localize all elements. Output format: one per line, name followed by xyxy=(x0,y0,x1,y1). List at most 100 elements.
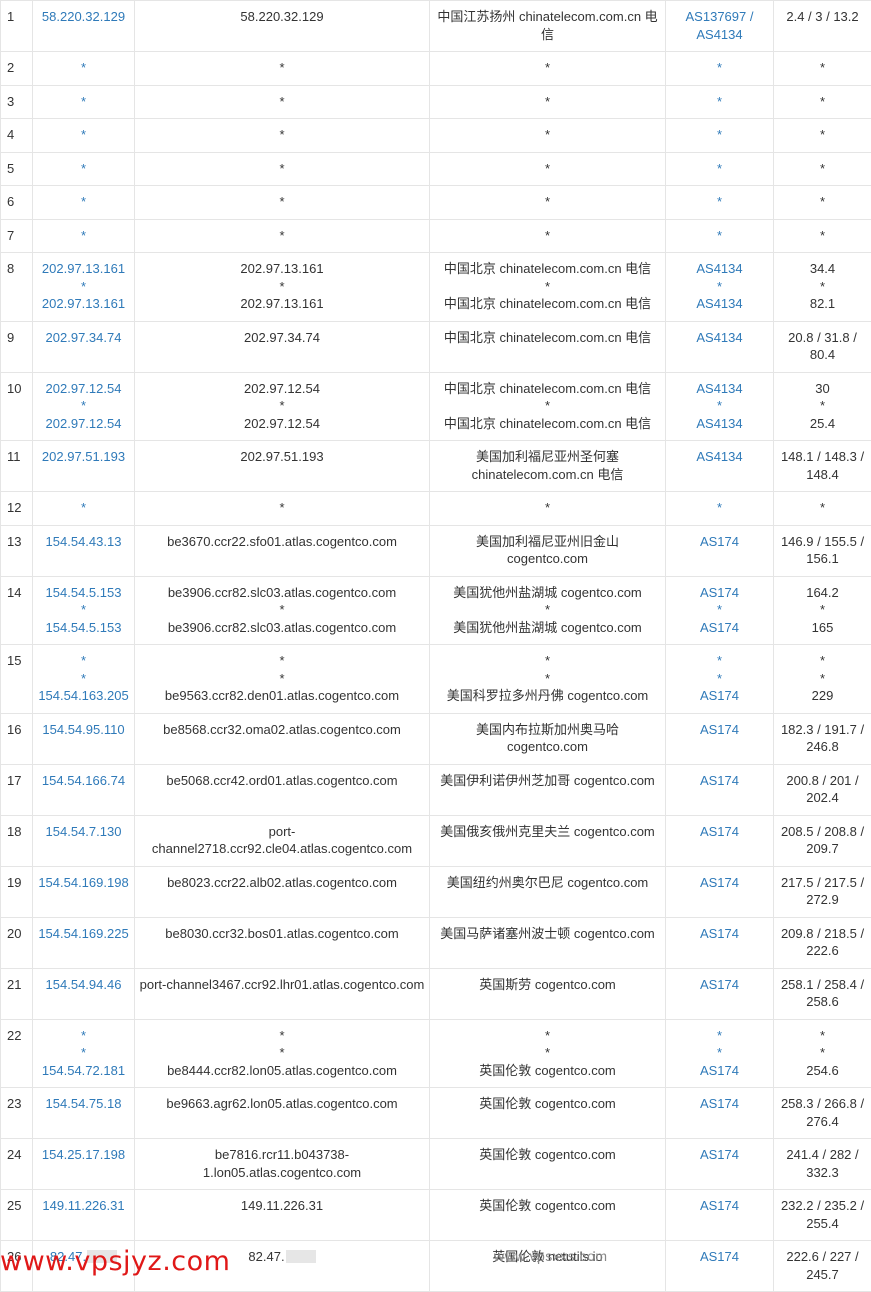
hop-asn-link[interactable]: AS174 xyxy=(670,772,769,790)
hop-ip-link[interactable]: 202.97.34.74 xyxy=(37,329,130,347)
hop-asn-cell: AS174 xyxy=(666,713,774,764)
no-response: * xyxy=(434,160,661,178)
hop-number: 23 xyxy=(1,1088,33,1139)
hop-number: 22 xyxy=(1,1019,33,1088)
hop-ip-link[interactable]: 154.54.163.205 xyxy=(37,687,130,705)
hop-asn-link[interactable]: AS137697 / AS4134 xyxy=(670,8,769,43)
hop-ip-cell: 154.54.95.110 xyxy=(33,713,135,764)
hop-latency: 2.4 / 3 / 13.2 xyxy=(778,8,867,26)
no-response: * xyxy=(778,160,867,178)
hop-asn-cell: AS4134 xyxy=(666,321,774,372)
hop-number: 9 xyxy=(1,321,33,372)
table-row: 14154.54.5.153*154.54.5.153be3906.ccr82.… xyxy=(1,576,871,645)
hop-latency-cell: 2.4 / 3 / 13.2 xyxy=(774,1,871,52)
hop-asn-link[interactable]: AS174 xyxy=(670,1146,769,1164)
hop-ip-link[interactable]: 154.54.94.46 xyxy=(37,976,130,994)
hop-ip-link[interactable]: 149.11.226.31 xyxy=(37,1197,130,1215)
no-response: * xyxy=(37,160,130,178)
hop-hostname: 202.97.12.54 xyxy=(139,415,425,433)
hop-latency-cell: 258.1 / 258.4 / 258.6 xyxy=(774,968,871,1019)
table-row: 11202.97.51.193202.97.51.193美国加利福尼亚州圣何塞 … xyxy=(1,441,871,492)
hop-asn-link[interactable]: AS4134 xyxy=(670,260,769,278)
hop-hostname: be8444.ccr82.lon05.atlas.cogentco.com xyxy=(139,1062,425,1080)
no-response: * xyxy=(670,193,769,211)
hop-location: 中国北京 chinatelecom.com.cn 电信 xyxy=(434,260,661,278)
hop-ip-link[interactable]: 202.97.13.161 xyxy=(37,260,130,278)
hop-location: 美国科罗拉多州丹佛 cogentco.com xyxy=(434,687,661,705)
hop-ip-link[interactable]: 154.54.75.18 xyxy=(37,1095,130,1113)
hop-latency-cell: 182.3 / 191.7 / 246.8 xyxy=(774,713,871,764)
hop-ip-link[interactable]: 202.97.12.54 xyxy=(37,380,130,398)
hop-ip-link[interactable]: 154.54.166.74 xyxy=(37,772,130,790)
hop-asn-link[interactable]: AS4134 xyxy=(670,329,769,347)
hop-asn-link[interactable]: AS174 xyxy=(670,1062,769,1080)
hop-asn-link[interactable]: AS174 xyxy=(670,976,769,994)
hop-latency-cell: 241.4 / 282 / 332.3 xyxy=(774,1139,871,1190)
hop-ip-link[interactable]: 202.97.13.161 xyxy=(37,295,130,313)
no-response: * xyxy=(434,93,661,111)
hop-ip-link[interactable]: 154.25.17.198 xyxy=(37,1146,130,1164)
hop-hostname-cell: **be8444.ccr82.lon05.atlas.cogentco.com xyxy=(135,1019,430,1088)
hop-ip-link[interactable]: 202.97.51.193 xyxy=(37,448,130,466)
hop-number: 14 xyxy=(1,576,33,645)
hop-ip-cell: 58.220.32.129 xyxy=(33,1,135,52)
hop-asn-link[interactable]: AS174 xyxy=(670,687,769,705)
hop-ip-cell: 202.97.12.54*202.97.12.54 xyxy=(33,372,135,441)
hop-asn-link[interactable]: AS174 xyxy=(670,721,769,739)
hop-location: 英国伦敦 cogentco.com xyxy=(434,1197,661,1215)
hop-ip-link[interactable]: 154.54.169.225 xyxy=(37,925,130,943)
hop-ip-cell: 154.25.17.198 xyxy=(33,1139,135,1190)
hop-asn-link[interactable]: AS174 xyxy=(670,533,769,551)
no-response: * xyxy=(37,499,130,517)
hop-ip-link[interactable]: 202.97.12.54 xyxy=(37,415,130,433)
hop-ip-cell: 202.97.51.193 xyxy=(33,441,135,492)
hop-number: 15 xyxy=(1,645,33,714)
hop-asn-link[interactable]: AS4134 xyxy=(670,380,769,398)
hop-asn-link[interactable]: AS4134 xyxy=(670,415,769,433)
hop-ip-link[interactable]: 154.54.7.130 xyxy=(37,823,130,841)
hop-asn-link[interactable]: AS174 xyxy=(670,1197,769,1215)
hop-latency-cell: 146.9 / 155.5 / 156.1 xyxy=(774,525,871,576)
hop-latency: 164.2 xyxy=(778,584,867,602)
no-response: * xyxy=(670,601,769,619)
hop-asn-link[interactable]: AS174 xyxy=(670,925,769,943)
hop-ip-cell: 202.97.13.161*202.97.13.161 xyxy=(33,253,135,322)
traceroute-rows: 158.220.32.12958.220.32.129中国江苏扬州 chinat… xyxy=(1,1,871,1292)
hop-asn-link[interactable]: AS174 xyxy=(670,874,769,892)
hop-asn-link[interactable]: AS174 xyxy=(670,619,769,637)
hop-asn-link[interactable]: AS174 xyxy=(670,1095,769,1113)
hop-hostname-cell: 202.97.51.193 xyxy=(135,441,430,492)
hop-location-cell: 美国加利福尼亚州旧金山 cogentco.com xyxy=(430,525,666,576)
hop-ip-link[interactable]: 154.54.169.198 xyxy=(37,874,130,892)
hop-hostname-cell: 202.97.13.161*202.97.13.161 xyxy=(135,253,430,322)
hop-ip-cell: 202.97.34.74 xyxy=(33,321,135,372)
hop-latency-cell: 232.2 / 235.2 / 255.4 xyxy=(774,1190,871,1241)
hop-hostname: be9663.agr62.lon05.atlas.cogentco.com xyxy=(139,1095,425,1113)
hop-ip-link[interactable]: 154.54.95.110 xyxy=(37,721,130,739)
hop-asn-link[interactable]: AS174 xyxy=(670,584,769,602)
hop-ip-cell: 154.54.169.225 xyxy=(33,917,135,968)
hop-ip-cell: 154.54.75.18 xyxy=(33,1088,135,1139)
hop-location: 美国纽约州奥尔巴尼 cogentco.com xyxy=(434,874,661,892)
watermark-gray: www.vpsxxs.com xyxy=(494,1248,608,1264)
table-row: 15**154.54.163.205**be9563.ccr82.den01.a… xyxy=(1,645,871,714)
hop-asn-cell: AS174 xyxy=(666,815,774,866)
no-response: * xyxy=(37,59,130,77)
hop-ip-link[interactable]: 154.54.5.153 xyxy=(37,619,130,637)
hop-asn-link[interactable]: AS174 xyxy=(670,1248,769,1266)
hop-location: 美国马萨诸塞州波士顿 cogentco.com xyxy=(434,925,661,943)
no-response: * xyxy=(670,499,769,517)
hop-ip-link[interactable]: 154.54.5.153 xyxy=(37,584,130,602)
table-row: 18154.54.7.130port-channel2718.ccr92.cle… xyxy=(1,815,871,866)
no-response: * xyxy=(778,601,867,619)
hop-number: 25 xyxy=(1,1190,33,1241)
hop-asn-link[interactable]: AS174 xyxy=(670,823,769,841)
hop-asn-link[interactable]: AS4134 xyxy=(670,448,769,466)
hop-ip-link[interactable]: 154.54.43.13 xyxy=(37,533,130,551)
no-response: * xyxy=(139,652,425,670)
no-response: * xyxy=(670,59,769,77)
hop-ip-link[interactable]: 58.220.32.129 xyxy=(37,8,130,26)
hop-asn-link[interactable]: AS4134 xyxy=(670,295,769,313)
no-response: * xyxy=(434,227,661,245)
hop-ip-link[interactable]: 154.54.72.181 xyxy=(37,1062,130,1080)
